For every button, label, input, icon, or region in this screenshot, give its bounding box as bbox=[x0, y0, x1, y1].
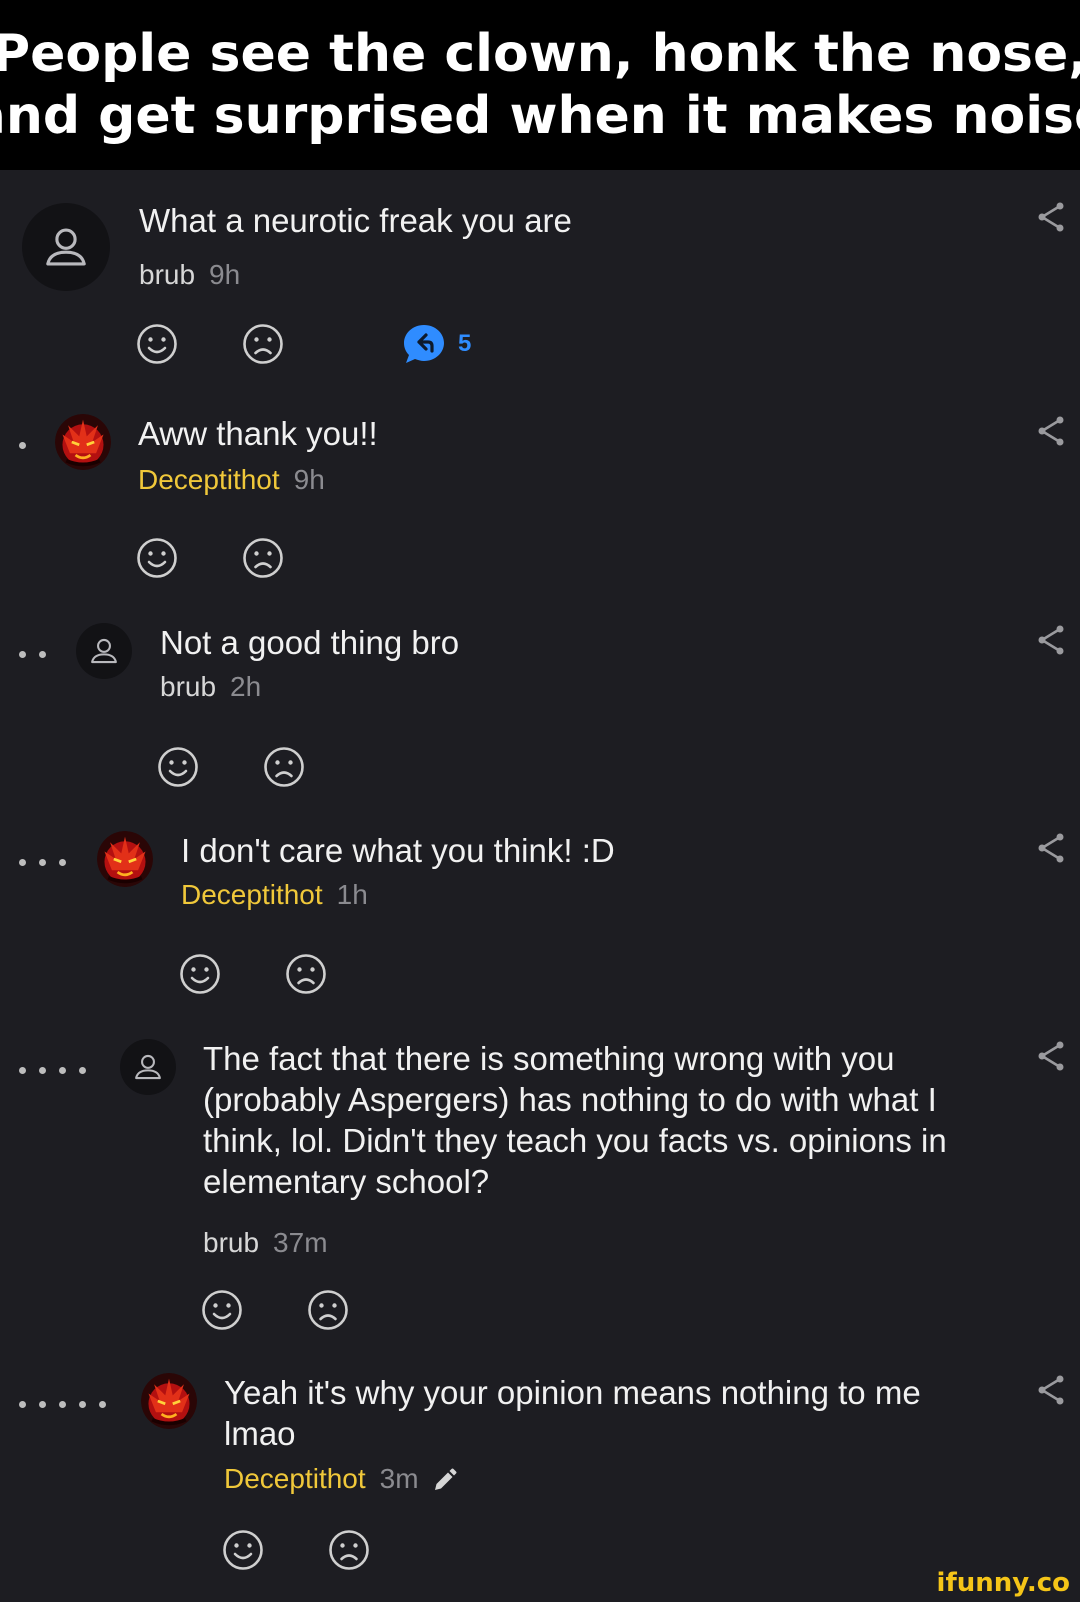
user-icon bbox=[40, 221, 92, 273]
smile-icon[interactable] bbox=[136, 323, 178, 365]
username[interactable]: brub bbox=[139, 259, 195, 290]
username[interactable]: brub bbox=[160, 671, 216, 702]
thread-depth-indicator bbox=[19, 651, 46, 658]
thread-depth-indicator bbox=[19, 859, 66, 866]
reactions bbox=[179, 953, 327, 995]
timestamp: 37m bbox=[273, 1227, 328, 1258]
frown-icon[interactable] bbox=[242, 323, 284, 365]
timestamp: 9h bbox=[293, 464, 325, 495]
comment-meta: Deceptithot 3m bbox=[224, 1462, 457, 1496]
timestamp: 9h bbox=[209, 259, 241, 290]
comment-meta: Deceptithot 9h bbox=[138, 463, 325, 497]
frown-icon[interactable] bbox=[285, 953, 327, 995]
timestamp: 2h bbox=[230, 671, 262, 702]
site-watermark: ifunny.co bbox=[936, 1568, 1070, 1598]
pencil-icon bbox=[431, 1468, 457, 1494]
user-icon bbox=[87, 634, 121, 668]
avatar[interactable] bbox=[22, 203, 110, 291]
avatar[interactable] bbox=[97, 831, 153, 887]
smile-icon[interactable] bbox=[201, 1289, 243, 1331]
thread-depth-indicator bbox=[19, 442, 26, 449]
username[interactable]: Deceptithot bbox=[224, 1463, 366, 1494]
reactions bbox=[136, 537, 284, 579]
frown-icon[interactable] bbox=[263, 746, 305, 788]
replies-button[interactable]: 5 bbox=[402, 322, 471, 366]
smile-icon[interactable] bbox=[157, 746, 199, 788]
reactions bbox=[222, 1529, 370, 1571]
reply-bubble-icon bbox=[402, 322, 446, 366]
reactions bbox=[201, 1289, 349, 1331]
timestamp: 1h bbox=[336, 879, 368, 910]
caption-line-2: and get surprised when it makes noise bbox=[0, 86, 1080, 146]
timestamp: 3m bbox=[379, 1463, 419, 1494]
share-icon[interactable] bbox=[1036, 414, 1066, 448]
smile-icon[interactable] bbox=[222, 1529, 264, 1571]
share-icon[interactable] bbox=[1036, 200, 1066, 234]
share-icon[interactable] bbox=[1036, 1373, 1066, 1407]
demon-avatar-image bbox=[141, 1373, 197, 1429]
smile-icon[interactable] bbox=[179, 953, 221, 995]
share-icon[interactable] bbox=[1036, 1039, 1066, 1073]
comment-text: Yeah it's why your opinion means nothing… bbox=[224, 1374, 921, 1452]
comment-text: What a neurotic freak you are bbox=[139, 202, 572, 239]
comment-meta: brub 9h bbox=[139, 258, 240, 292]
comment-meta: Deceptithot 1h bbox=[181, 878, 368, 912]
avatar[interactable] bbox=[120, 1039, 176, 1095]
share-icon[interactable] bbox=[1036, 831, 1066, 865]
frown-icon[interactable] bbox=[307, 1289, 349, 1331]
avatar[interactable] bbox=[76, 623, 132, 679]
comment-text: Aww thank you!! bbox=[138, 415, 378, 452]
avatar[interactable] bbox=[55, 414, 111, 470]
username[interactable]: Deceptithot bbox=[181, 879, 323, 910]
meme-caption: People see the clown, honk the nose, and… bbox=[0, 0, 1080, 170]
thread-depth-indicator bbox=[19, 1067, 86, 1074]
comment-text: Not a good thing bro bbox=[160, 624, 460, 661]
reactions bbox=[157, 746, 305, 788]
reply-count: 5 bbox=[458, 330, 472, 357]
reactions: 5 bbox=[136, 322, 471, 366]
username[interactable]: Deceptithot bbox=[138, 464, 280, 495]
user-icon bbox=[131, 1050, 165, 1084]
comment-text: The fact that there is something wrong w… bbox=[203, 1040, 947, 1200]
avatar[interactable] bbox=[141, 1373, 197, 1429]
frown-icon[interactable] bbox=[242, 537, 284, 579]
comment-meta: brub 37m bbox=[203, 1226, 328, 1260]
username[interactable]: brub bbox=[203, 1227, 259, 1258]
caption-line-1: People see the clown, honk the nose, bbox=[0, 24, 1080, 84]
comment-text: I don't care what you think! :D bbox=[181, 832, 615, 869]
frown-icon[interactable] bbox=[328, 1529, 370, 1571]
smile-icon[interactable] bbox=[136, 537, 178, 579]
demon-avatar-image bbox=[97, 831, 153, 887]
comment-meta: brub 2h bbox=[160, 670, 261, 704]
thread-depth-indicator bbox=[19, 1401, 106, 1408]
share-icon[interactable] bbox=[1036, 623, 1066, 657]
demon-avatar-image bbox=[55, 414, 111, 470]
